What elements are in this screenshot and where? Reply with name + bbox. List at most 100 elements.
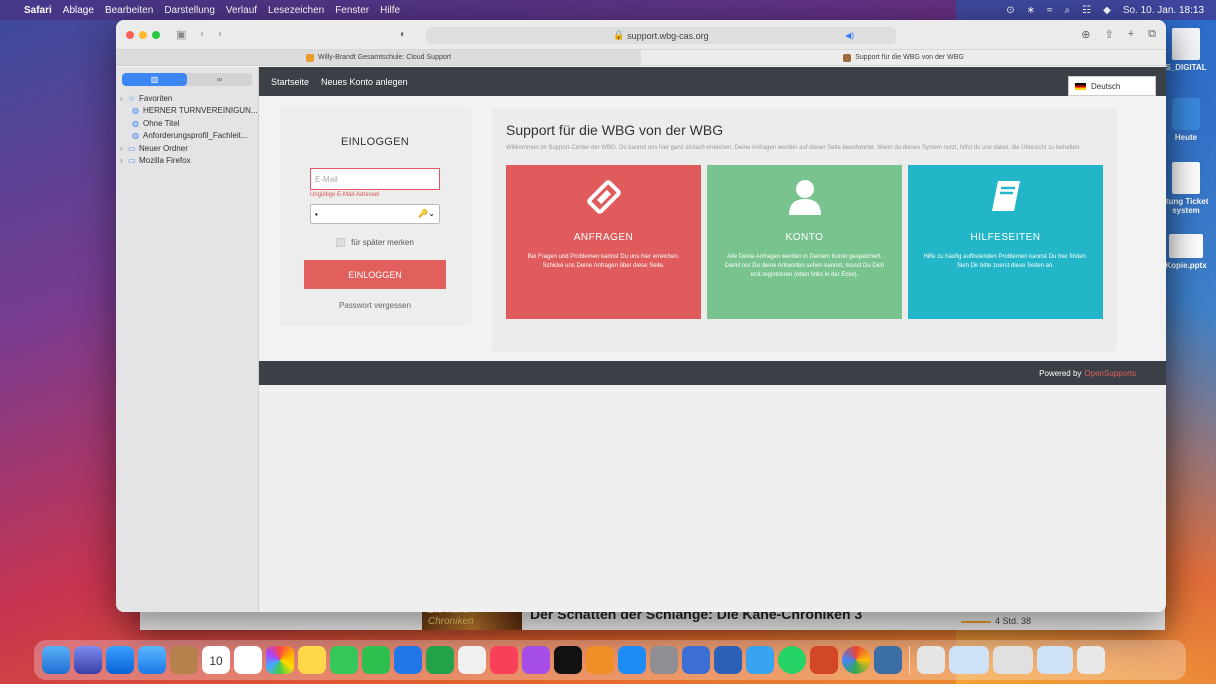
folder-icon: ▭ — [128, 143, 136, 153]
page-intro: Willkommen im Support-Center der WBG. Du… — [506, 145, 1081, 151]
siri-icon[interactable]: ◆ — [1103, 5, 1111, 16]
control-center-icon[interactable]: ☷ — [1082, 5, 1091, 16]
email-field[interactable]: E-Mail — [310, 168, 440, 190]
photos-icon[interactable] — [266, 646, 294, 674]
nav-home-link[interactable]: Startseite — [271, 77, 309, 87]
password-field[interactable]: • 🔑⌄ — [310, 204, 440, 224]
close-window-button[interactable] — [126, 30, 134, 39]
tab-cloud-support[interactable]: Willy-Brandt Gesamtschule: Cloud Support — [116, 50, 641, 65]
bluetooth-icon[interactable]: ∗ — [1027, 5, 1035, 16]
reminders-icon[interactable] — [234, 646, 262, 674]
zoom-window-button[interactable] — [152, 30, 160, 39]
minimize-window-button[interactable] — [139, 30, 147, 39]
tab-support-wbg[interactable]: Support für die WBG von der WBG — [641, 50, 1166, 65]
teams-icon[interactable] — [682, 646, 710, 674]
tab-bar: Willy-Brandt Gesamtschule: Cloud Support… — [116, 50, 1166, 66]
site-footer: Powered by OpenSupports — [259, 361, 1166, 385]
sidebar-item-neuer-ordner[interactable]: › ▭ Neuer Ordner — [116, 142, 258, 155]
audio-icon[interactable]: ◀) — [845, 31, 854, 40]
page-title: Support für die WBG von der WBG — [506, 122, 724, 138]
share-icon[interactable]: ⇧ — [1104, 28, 1113, 41]
site-navbar: Startseite Neues Konto anlegen Deutsch — [259, 67, 1166, 96]
dock: 10 — [34, 640, 1186, 680]
contacts-icon[interactable] — [170, 646, 198, 674]
mail-icon[interactable] — [138, 646, 166, 674]
numbers-icon[interactable] — [426, 646, 454, 674]
facetime-icon[interactable] — [362, 646, 390, 674]
document-thumb-icon[interactable] — [1037, 646, 1073, 674]
script-editor-icon[interactable] — [458, 646, 486, 674]
menu-item-darstellung[interactable]: Darstellung — [164, 5, 215, 16]
bookmarks-tab[interactable]: ▥ — [122, 73, 187, 86]
language-select[interactable]: Deutsch — [1068, 76, 1156, 96]
back-icon[interactable]: ‹ — [200, 28, 204, 41]
tab-label: Willy-Brandt Gesamtschule: Cloud Support — [317, 54, 452, 61]
sidebar-item-firefox[interactable]: › ▭ Mozilla Firefox — [116, 155, 258, 168]
calendar-icon[interactable]: 10 — [202, 646, 230, 674]
books-icon[interactable] — [586, 646, 614, 674]
menu-item-fenster[interactable]: Fenster — [335, 5, 369, 16]
card-konto[interactable]: KONTO Alle Deine Anfragen werden in Dein… — [707, 165, 902, 319]
presentation-icon — [1169, 234, 1203, 258]
sidebar-item-herner[interactable]: ◍ HERNER TURNVEREINIGUN... — [116, 105, 258, 118]
forgot-password-link[interactable]: Passwort vergessen — [279, 301, 471, 310]
nav-new-account-link[interactable]: Neues Konto anlegen — [321, 77, 408, 87]
menu-item-hilfe[interactable]: Hilfe — [380, 5, 400, 16]
menu-clock[interactable]: So. 10. Jan. 18:13 — [1123, 5, 1204, 16]
screen-record-icon[interactable]: ⊙ — [1006, 5, 1014, 16]
notes-icon[interactable] — [298, 646, 326, 674]
login-title: EINLOGGEN — [340, 136, 410, 148]
spotlight-icon[interactable]: ⌕ — [1065, 5, 1071, 16]
document-thumb-icon[interactable] — [917, 646, 945, 674]
card-hilfeseiten[interactable]: HILFESEITEN Hilfe zu häufig auftretenden… — [908, 165, 1103, 319]
sidebar-toggle-icon[interactable]: ▣ — [176, 28, 186, 41]
tab-overview-icon[interactable]: ⧉ — [1148, 28, 1156, 41]
chrome-icon[interactable] — [842, 646, 870, 674]
address-bar[interactable]: 🔒 support.wbg-cas.org ◀) — [426, 27, 896, 44]
system-preferences-icon[interactable] — [650, 646, 678, 674]
menu-app-name[interactable]: Safari — [24, 5, 52, 16]
tv-icon[interactable] — [554, 646, 582, 674]
sidebar-item-anforderungsprofil[interactable]: ◍ Anforderungsprofil_Fachleit... — [116, 130, 258, 143]
footer-brand-link[interactable]: OpenSupports — [1084, 369, 1136, 378]
new-tab-icon[interactable]: + — [1128, 28, 1134, 41]
music-icon[interactable] — [490, 646, 518, 674]
document-thumb-icon[interactable] — [993, 646, 1033, 674]
privacy-shield-icon[interactable]: ◐ — [400, 29, 406, 40]
wifi-icon[interactable]: ≈ — [1047, 5, 1053, 16]
reading-list-tab[interactable]: ∞ — [187, 73, 252, 86]
finder-icon[interactable] — [42, 646, 70, 674]
podcasts-icon[interactable] — [522, 646, 550, 674]
document-thumb-icon[interactable] — [949, 646, 989, 674]
menu-item-ablage[interactable]: Ablage — [63, 5, 94, 16]
menu-item-verlauf[interactable]: Verlauf — [226, 5, 257, 16]
forward-icon[interactable]: › — [218, 28, 222, 41]
sidebar-item-favoriten[interactable]: › ☆ Favoriten — [116, 92, 258, 105]
key-icon[interactable]: 🔑⌄ — [418, 209, 435, 218]
remember-label: für später merken — [351, 238, 414, 247]
downloads-icon[interactable]: ⊕ — [1081, 28, 1090, 41]
globe-icon: ◍ — [132, 106, 139, 116]
tab-favicon — [305, 53, 314, 62]
preview-icon[interactable] — [874, 646, 902, 674]
maps-icon[interactable] — [746, 646, 774, 674]
remember-checkbox[interactable]: für später merken — [279, 238, 471, 247]
sidebar-item-label: Neuer Ordner — [139, 143, 188, 153]
menu-item-bearbeiten[interactable]: Bearbeiten — [105, 5, 153, 16]
word-icon[interactable] — [714, 646, 742, 674]
email-error: Ungültige E-Mail-Adresse! — [310, 192, 380, 198]
sidebar-item-label: Anforderungsprofil_Fachleit... — [143, 131, 248, 141]
sidebar-item-ohne-titel[interactable]: ◍ Ohne Titel — [116, 117, 258, 130]
powerpoint-icon[interactable] — [810, 646, 838, 674]
app-store-icon[interactable] — [618, 646, 646, 674]
keynote-icon[interactable] — [394, 646, 422, 674]
safari-icon[interactable] — [106, 646, 134, 674]
whatsapp-icon[interactable] — [778, 646, 806, 674]
menu-item-lesezeichen[interactable]: Lesezeichen — [268, 5, 324, 16]
trash-icon[interactable] — [1077, 646, 1105, 674]
messages-icon[interactable] — [330, 646, 358, 674]
launchpad-icon[interactable] — [74, 646, 102, 674]
checkbox-icon[interactable] — [336, 238, 346, 247]
login-button[interactable]: EINLOGGEN — [304, 260, 446, 289]
card-anfragen[interactable]: ANFRAGEN Bei Fragen und Problemen kannst… — [506, 165, 701, 319]
